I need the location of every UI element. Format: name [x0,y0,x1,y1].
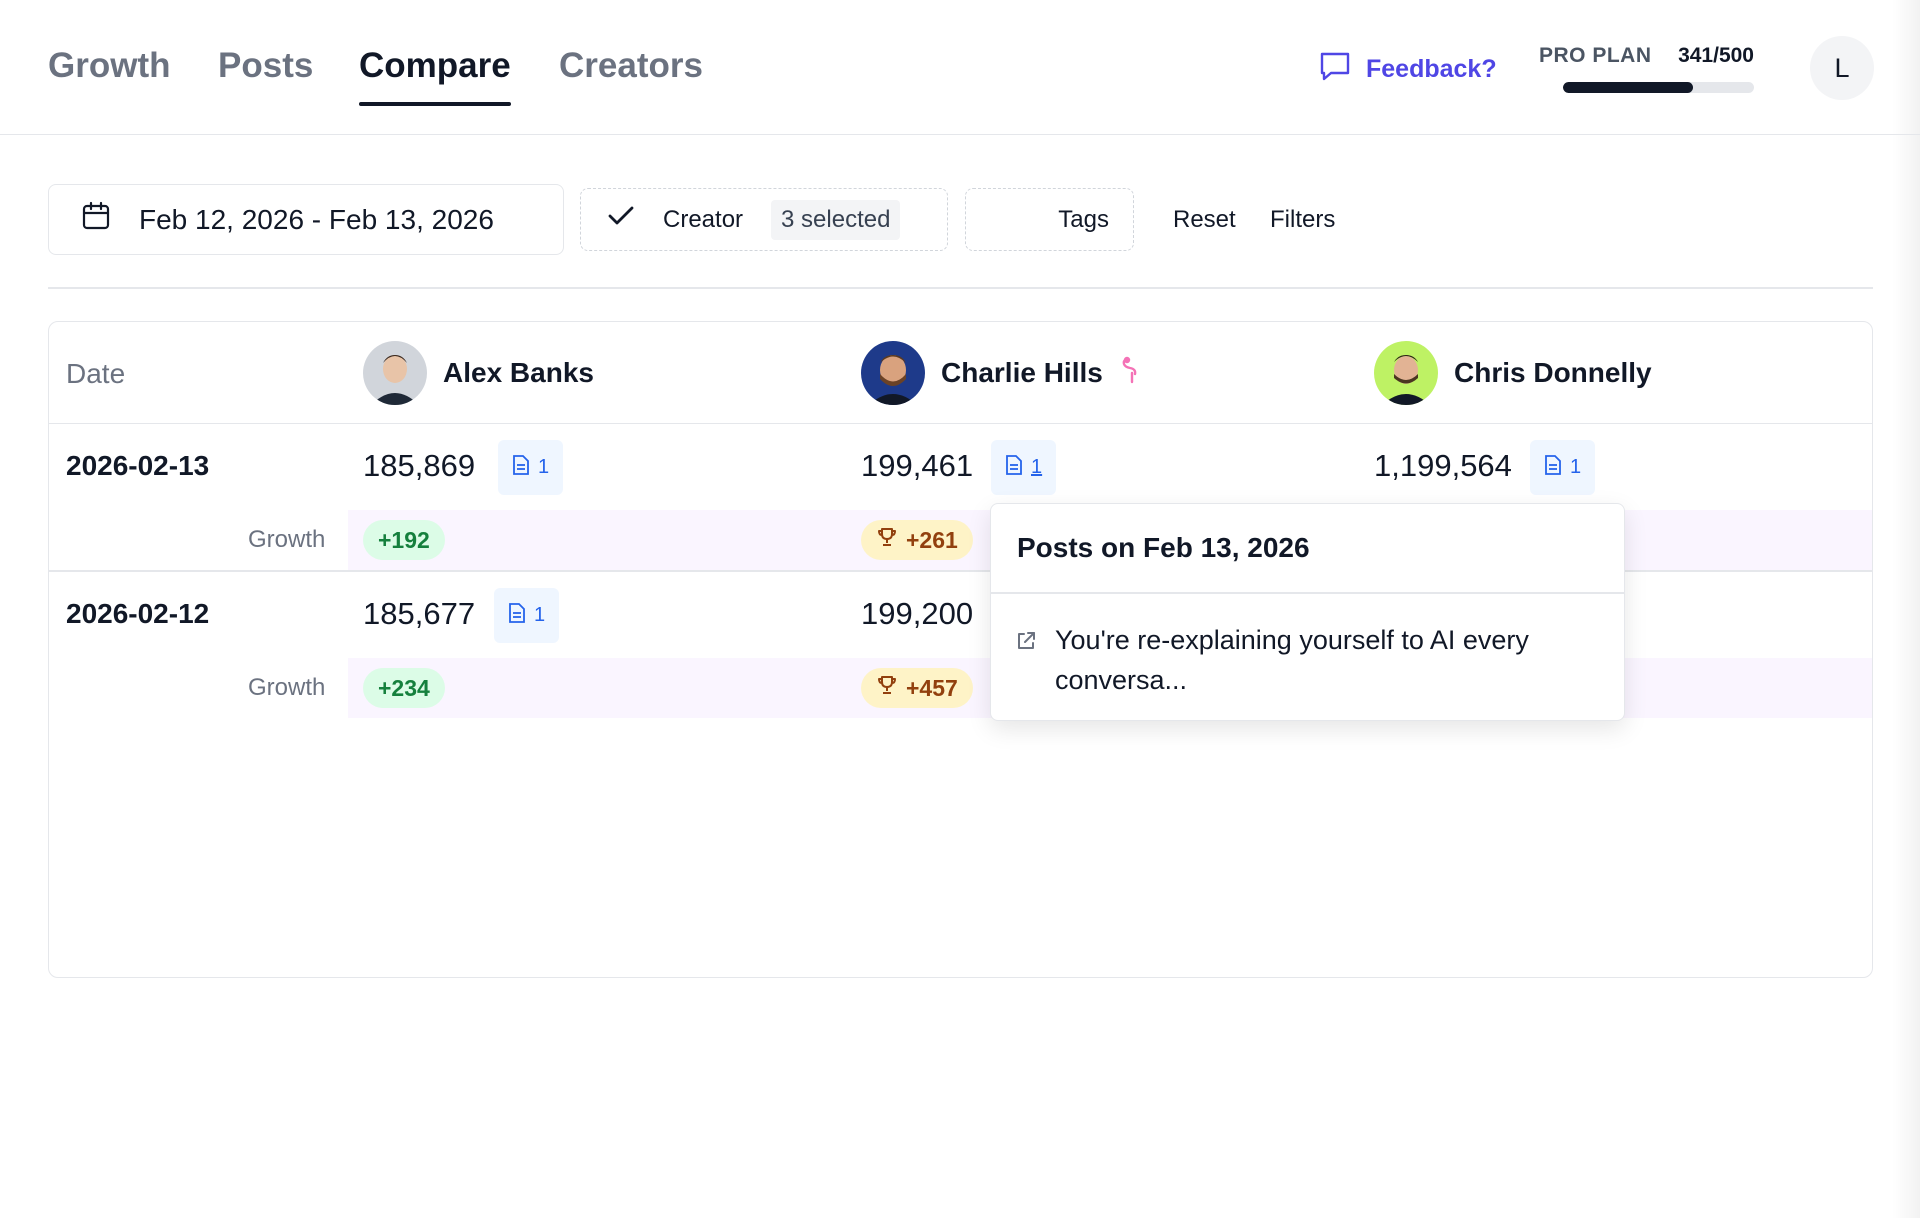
top-growth-pill: +457 [861,668,973,708]
creator-name: Chris Donnelly [1454,357,1652,388]
growth-value: +457 [906,674,958,701]
post-count: 1 [534,604,546,626]
trophy-icon [876,674,898,702]
follower-count: 185,677 [363,596,476,631]
posts-popover: Posts on Feb 13, 2026 You're re-explaini… [990,503,1625,721]
creator-header-charlie-hills[interactable]: Charlie Hills [861,341,1143,405]
growth-label: Growth [248,674,326,701]
feedback-button[interactable]: Feedback? [1318,50,1497,89]
growth-pill: +192 [363,520,445,560]
avatar [363,341,427,405]
follower-count: 199,200 [861,596,974,631]
top-navigation-bar: Growth Posts Compare Creators Feedback? … [0,0,1920,135]
user-avatar-button[interactable]: L [1810,36,1874,100]
follower-count: 1,199,564 [1374,448,1512,483]
posts-badge[interactable]: 1 [494,588,560,643]
filter-divider [48,287,1873,289]
plan-usage: PRO PLAN 341/500 [1539,44,1754,93]
tags-filter-label: Tags [1058,205,1109,233]
growth-value: +234 [378,674,430,701]
avatar [861,341,925,405]
creator-header-chris-donnelly[interactable]: Chris Donnelly [1374,341,1652,405]
creator-selected-badge: 3 selected [771,199,901,240]
tags-filter-button[interactable]: Tags [965,188,1134,251]
creator-header-alex-banks[interactable]: Alex Banks [363,341,594,405]
plan-progress-bar [1563,82,1754,93]
top-growth-pill: +261 [861,520,973,560]
plan-progress-fill [1563,82,1694,93]
growth-value: +192 [378,526,430,553]
creator-name: Charlie Hills [941,357,1103,388]
growth-label: Growth [248,526,326,553]
filters-button[interactable]: Filters [1270,206,1335,234]
tab-creators[interactable]: Creators [559,46,703,86]
popover-divider [991,592,1624,594]
popover-title: Posts on Feb 13, 2026 [1017,532,1310,563]
creator-filter-button[interactable]: Creator 3 selected [580,188,948,251]
date-range-text: Feb 12, 2026 - Feb 13, 2026 [139,203,494,235]
growth-value: +261 [906,526,958,553]
date-range-picker[interactable]: Feb 12, 2026 - Feb 13, 2026 [48,184,564,255]
tab-compare[interactable]: Compare [359,46,511,106]
post-count: 1 [1031,456,1043,478]
plan-label: PRO PLAN [1539,44,1652,67]
document-icon [508,602,526,630]
user-initial: L [1834,52,1850,83]
plan-usage-count: 341/500 [1678,44,1754,67]
window-edge-shadow [1892,0,1920,1218]
creator-name: Alex Banks [443,357,594,388]
popover-post-link[interactable]: You're re-explaining yourself to AI ever… [1015,620,1605,700]
date-column-header: Date [66,358,126,389]
post-count: 1 [1570,456,1582,478]
follower-count: 199,461 [861,448,974,483]
post-count: 1 [538,456,550,478]
checkmark-icon [607,204,635,235]
posts-badge[interactable]: 1 [1530,440,1596,495]
document-icon [512,454,530,482]
posts-badge[interactable]: 1 [498,440,564,495]
reset-button[interactable]: Reset [1173,206,1236,234]
table-header: Date Alex Banks Charlie Hills Chris Donn… [49,322,1872,424]
document-icon [1544,454,1562,482]
document-icon [1005,454,1023,482]
calendar-icon [81,201,111,238]
trophy-icon [876,526,898,554]
popover-post-title: You're re-explaining yourself to AI ever… [1055,625,1529,695]
follower-count: 185,869 [363,448,476,483]
chat-bubble-icon [1318,50,1352,89]
posts-badge[interactable]: 1 [991,440,1057,495]
feedback-label: Feedback? [1366,55,1497,83]
creator-filter-label: Creator [663,205,744,233]
external-link-icon [1015,620,1037,700]
avatar [1374,341,1438,405]
flamingo-icon [1119,356,1143,391]
row-date: 2026-02-13 [66,450,210,481]
growth-pill: +234 [363,668,445,708]
row-date: 2026-02-12 [66,598,210,629]
tab-posts[interactable]: Posts [218,46,313,86]
tab-growth[interactable]: Growth [48,46,170,86]
